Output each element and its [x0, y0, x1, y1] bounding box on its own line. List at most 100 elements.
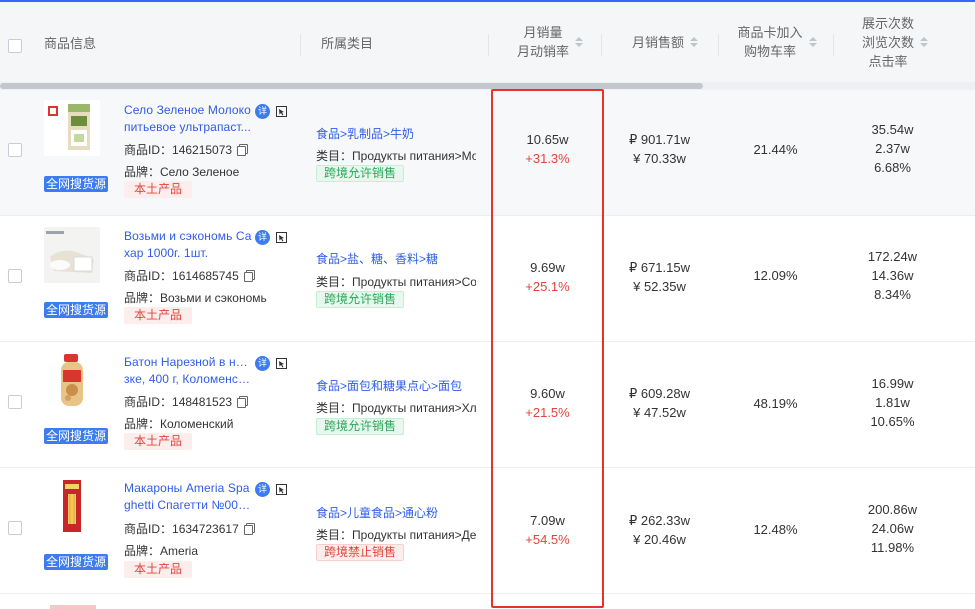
- row-checkbox[interactable]: [8, 143, 22, 157]
- revenue-cny-value: ¥ 52.35w: [633, 279, 686, 294]
- product-id: 商品ID：146215073: [124, 141, 249, 158]
- category-type: 类目：Продукты питания>Со: [316, 275, 476, 289]
- sales-rate-value: +25.1%: [525, 279, 570, 294]
- open-link-icon[interactable]: [276, 484, 287, 495]
- row-checkbox[interactable]: [8, 395, 22, 409]
- views-value: 24.06w: [871, 521, 914, 536]
- monthly-sales-value: 7.09w: [530, 513, 565, 528]
- category-path-link[interactable]: 食品>盐、糖、香料>糖: [316, 250, 438, 267]
- ctr-value: 10.65%: [870, 414, 915, 429]
- product-id: 商品ID：148481523: [124, 393, 249, 410]
- monthly-revenue-cell: ₽ 901.71w ¥ 70.33w: [612, 130, 707, 168]
- detail-icon[interactable]: 详: [255, 356, 270, 371]
- impressions-value: 172.24w: [867, 249, 918, 264]
- header-cart-rate-label-2: 购物车率: [743, 44, 796, 59]
- product-name-link[interactable]: Макароны Ameria Spa ghetti Спагетти №003…: [124, 480, 252, 514]
- product-name-link[interactable]: Село Зеленое Молоко питьевое ультрапаст.…: [124, 102, 252, 136]
- category-path-link[interactable]: 食品>面包和糖果点心>面包: [316, 377, 462, 394]
- revenue-rub-value: ₽ 901.71w: [628, 132, 691, 147]
- product-brand: 品牌：Возьми и сэкономь: [124, 291, 267, 305]
- sort-icon[interactable]: [575, 37, 583, 47]
- cross-border-status-tag: 跨境允许销售: [316, 165, 405, 182]
- copy-icon[interactable]: [237, 144, 249, 156]
- row-checkbox[interactable]: [8, 521, 22, 535]
- row-checkbox[interactable]: [8, 269, 22, 283]
- header-views[interactable]: 展示次数 浏览次数 点击率: [850, 2, 940, 82]
- open-link-icon[interactable]: [276, 358, 287, 369]
- cart-rate-value: 21.44%: [753, 142, 798, 157]
- source-search-button[interactable]: 全网搜货源: [44, 302, 108, 318]
- product-name-link[interactable]: Батон Нарезной в наре зке, 400 г, Коломе…: [124, 354, 252, 388]
- table-row: 全网搜货源 Возьми и сэкономь Са хар 1000г. 1ш…: [0, 216, 975, 342]
- cart-rate-value: 12.09%: [753, 268, 798, 283]
- cart-rate-value: 12.48%: [753, 522, 798, 537]
- horizontal-scrollbar[interactable]: [0, 82, 975, 90]
- header-divider: [718, 34, 719, 56]
- header-category: 所属类目: [321, 35, 374, 51]
- sales-rate-value: +31.3%: [525, 151, 570, 166]
- detail-icon[interactable]: 详: [255, 104, 270, 119]
- table-row: 全网搜货源 Село Зеленое Молоко питьевое ультр…: [0, 90, 975, 216]
- monthly-revenue-cell: ₽ 262.33w ¥ 20.46w: [612, 511, 707, 549]
- copy-icon[interactable]: [243, 270, 255, 282]
- header-divider: [300, 34, 301, 56]
- product-name-line-1: Батон Нарезной в наре: [124, 355, 252, 369]
- product-brand: 品牌：Ameria: [124, 544, 199, 558]
- milk-carton-icon[interactable]: [44, 100, 100, 156]
- local-product-tag: 本土产品: [124, 307, 193, 324]
- monthly-revenue-cell: ₽ 671.15w ¥ 52.35w: [612, 258, 707, 296]
- header-product-info: 商品信息: [44, 35, 97, 51]
- header-monthly-revenue[interactable]: 月销售额: [615, 2, 715, 82]
- cross-border-status-tag: 跨境禁止销售: [316, 544, 405, 561]
- local-product-tag: 本土产品: [124, 181, 193, 198]
- revenue-cny-value: ¥ 70.33w: [633, 151, 686, 166]
- table-row: 全网搜货源 Батон Нарезной в наре зке, 400 г, …: [0, 342, 975, 468]
- source-search-button[interactable]: 全网搜货源: [44, 176, 108, 192]
- impressions-value: 200.86w: [867, 502, 918, 517]
- sort-icon[interactable]: [808, 37, 817, 47]
- source-search-button[interactable]: 全网搜货源: [44, 554, 108, 570]
- scrollbar-thumb[interactable]: [0, 83, 703, 89]
- category-type: 类目：Продукты питания>Хл: [316, 401, 476, 415]
- header-sales-rate-label: 月动销率: [516, 44, 569, 59]
- detail-icon[interactable]: 详: [255, 482, 270, 497]
- header-divider: [601, 34, 602, 56]
- ctr-value: 11.98%: [870, 540, 915, 555]
- sales-rate-value: +54.5%: [525, 532, 570, 547]
- copy-icon[interactable]: [243, 523, 255, 535]
- views-value: 1.81w: [875, 395, 910, 410]
- monthly-sales-cell: 9.69w +25.1%: [500, 258, 595, 296]
- source-search-button[interactable]: 全网搜货源: [44, 428, 108, 444]
- cross-border-status-tag: 跨境允许销售: [316, 418, 405, 435]
- sort-icon[interactable]: [920, 37, 928, 47]
- product-name-link[interactable]: Возьми и сэкономь Са хар 1000г. 1шт.: [124, 228, 252, 262]
- header-monthly-revenue-label: 月销售额: [631, 34, 684, 50]
- header-cart-rate[interactable]: 商品卡加入 购物车率: [727, 2, 827, 82]
- impressions-value: 16.99w: [871, 376, 914, 391]
- copy-icon[interactable]: [237, 396, 249, 408]
- header-monthly-sales-label: 月销量: [523, 25, 563, 40]
- header-monthly-sales[interactable]: 月销量 月动销率: [500, 2, 600, 82]
- revenue-rub-value: ₽ 671.15w: [628, 260, 691, 275]
- category-path-link[interactable]: 食品>乳制品>牛奶: [316, 125, 414, 142]
- sort-icon[interactable]: [690, 37, 698, 47]
- revenue-cny-value: ¥ 47.52w: [633, 405, 686, 420]
- open-link-icon[interactable]: [276, 232, 287, 243]
- views-cell: 35.54w 2.37w 6.68%: [845, 120, 940, 177]
- monthly-sales-cell: 9.60w +21.5%: [500, 384, 595, 422]
- spaghetti-pack-icon[interactable]: [44, 478, 100, 534]
- header-impressions-label: 展示次数: [861, 15, 914, 31]
- category-path-link[interactable]: 食品>儿童食品>通心粉: [316, 504, 438, 521]
- next-row-tag-peek: [50, 605, 96, 609]
- open-link-icon[interactable]: [276, 106, 287, 117]
- select-all-checkbox[interactable]: [8, 39, 22, 53]
- header-divider: [833, 34, 834, 56]
- sugar-pack-icon[interactable]: [44, 227, 100, 283]
- sales-rate-value: +21.5%: [525, 405, 570, 420]
- monthly-sales-cell: 10.65w +31.3%: [500, 130, 595, 168]
- header-ctr-label: 点击率: [868, 53, 908, 69]
- bread-loaf-icon[interactable]: [44, 352, 100, 408]
- detail-icon[interactable]: 详: [255, 230, 270, 245]
- cross-border-status-tag: 跨境允许销售: [316, 291, 405, 308]
- table-row: 全网搜货源 Макароны Ameria Spa ghetti Спагетт…: [0, 468, 975, 594]
